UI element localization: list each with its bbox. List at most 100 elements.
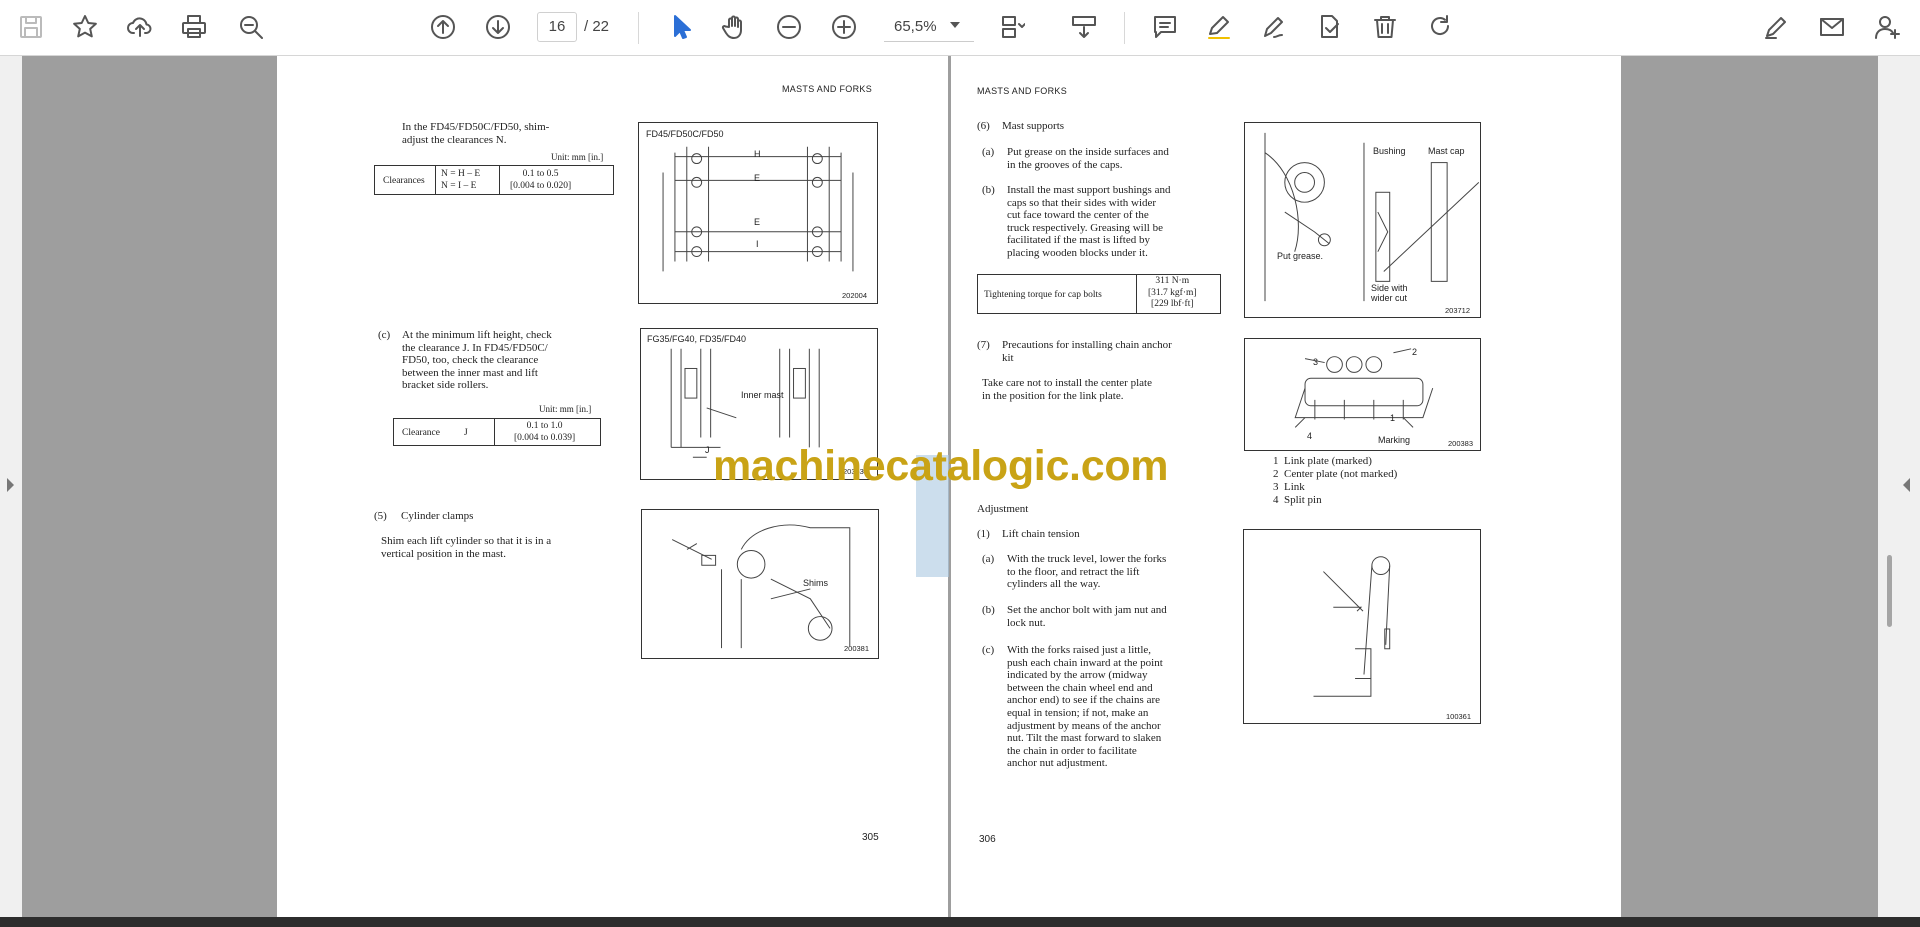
- arrow-up-circle-icon[interactable]: [426, 10, 460, 44]
- paragraph: In the FD45/FD50C/FD50, shim- adjust the…: [402, 121, 550, 146]
- item-label: (a): [982, 146, 995, 158]
- figure-lift-chain: 100361: [1243, 529, 1481, 724]
- toolbar-divider: [1124, 12, 1125, 44]
- add-user-icon[interactable]: [1870, 10, 1904, 44]
- chevron-down-icon[interactable]: [950, 22, 960, 28]
- plus-circle-icon[interactable]: [827, 10, 861, 44]
- page-number: 305: [862, 832, 879, 843]
- comment-icon[interactable]: [1148, 10, 1182, 44]
- clearance-table: Clearance J 0.1 to 1.0 [0.004 to 0.039]: [393, 418, 601, 446]
- page-number-input[interactable]: 16: [537, 12, 577, 42]
- torque-table: Tightening torque for cap bolts 311 N·m …: [977, 274, 1221, 314]
- legend-item: 3 Link: [1273, 481, 1305, 493]
- zoom-level[interactable]: 65,5%: [884, 12, 974, 42]
- redo-icon[interactable]: [1423, 10, 1457, 44]
- figure-label: Mast cap: [1428, 146, 1465, 156]
- table-cell: 0.1 to 1.0 [0.004 to 0.039]: [514, 421, 576, 443]
- clearance-table: Clearances N = H – E N = I – E 0.1 to 0.…: [374, 165, 614, 195]
- figure-label: I: [756, 239, 759, 249]
- figure-label: 4: [1307, 431, 1313, 441]
- page-number: 306: [979, 834, 996, 845]
- unit-label: Unit: mm [in.]: [551, 152, 604, 162]
- figure-label: Shims: [803, 578, 829, 588]
- section-label: (6): [977, 120, 990, 132]
- paragraph: At the minimum lift height, check the cl…: [402, 329, 552, 392]
- figure-chain-anchor: 2 3 4 1 Marking 200383: [1244, 338, 1481, 451]
- figure-number: 200383: [1448, 439, 1474, 448]
- save-icon[interactable]: [14, 10, 48, 44]
- figure-title: FD45/FD50C/FD50: [646, 129, 724, 139]
- page-total: / 22: [584, 18, 610, 35]
- figure-label: 3: [1313, 357, 1319, 367]
- figure-label: E: [754, 173, 761, 183]
- watermark: machinecatalogic.com: [713, 442, 1169, 490]
- paragraph: With the forks raised just a little, pus…: [1007, 644, 1163, 770]
- item-label: (b): [982, 604, 995, 616]
- item-label: (c): [378, 329, 391, 341]
- toolbar-divider: [638, 12, 639, 44]
- right-panel-strip: [1878, 56, 1920, 917]
- page-header: MASTS AND FORKS: [977, 86, 1068, 96]
- figure-label: Bushing: [1373, 146, 1406, 156]
- figure-label: 1: [1390, 413, 1396, 423]
- figure-label: J: [705, 445, 710, 455]
- page-header: MASTS AND FORKS: [782, 84, 873, 94]
- section-title: Adjustment: [977, 503, 1029, 515]
- item-label: (c): [982, 644, 995, 656]
- arrow-down-circle-icon[interactable]: [481, 10, 515, 44]
- vertical-scrollbar[interactable]: [1887, 555, 1892, 627]
- item-label: (b): [982, 184, 995, 196]
- paragraph: Install the mast support bushings and ca…: [1007, 184, 1171, 259]
- section-label: (5): [374, 510, 387, 522]
- paragraph: With the truck level, lower the forks to…: [1007, 553, 1167, 591]
- figure-label: Marking: [1378, 435, 1411, 445]
- trash-icon[interactable]: [1368, 10, 1402, 44]
- paragraph: Shim each lift cylinder so that it is in…: [381, 535, 552, 560]
- section-title: Cylinder clamps: [401, 510, 474, 522]
- minus-circle-icon[interactable]: [772, 10, 806, 44]
- figure-label: Inner mast: [741, 390, 784, 400]
- cursor-icon[interactable]: [663, 10, 697, 44]
- scroll-mode-icon[interactable]: [1067, 10, 1101, 44]
- draw-pen-icon[interactable]: [1257, 10, 1291, 44]
- hand-icon[interactable]: [717, 10, 751, 44]
- stamp-icon[interactable]: [1312, 10, 1346, 44]
- highlight-pen-icon[interactable]: [1202, 10, 1236, 44]
- figure-number: 100361: [1446, 712, 1472, 721]
- section-label: (1): [977, 528, 990, 540]
- figure-label: 2: [1412, 347, 1418, 357]
- figure-number: 203712: [1445, 306, 1471, 315]
- mail-icon[interactable]: [1815, 10, 1849, 44]
- paragraph: Take care not to install the center plat…: [982, 377, 1152, 402]
- zoom-search-icon[interactable]: [234, 10, 268, 44]
- legend-item: 2 Center plate (not marked): [1273, 468, 1398, 480]
- section-title: Precautions for installing chain anchor …: [1002, 339, 1172, 364]
- upload-icon[interactable]: [123, 10, 157, 44]
- figure-label: Side with wider cut: [1371, 283, 1408, 303]
- figure-number: 200381: [844, 644, 870, 653]
- fill-sign-icon[interactable]: [1759, 10, 1793, 44]
- table-cell: Clearance: [402, 428, 440, 438]
- star-icon[interactable]: [68, 10, 102, 44]
- legend-item: 4 Split pin: [1273, 494, 1322, 506]
- page-layout-icon[interactable]: [995, 10, 1029, 44]
- table-cell: 0.1 to 0.5 [0.004 to 0.020]: [510, 169, 572, 191]
- figure-label: E: [754, 217, 761, 227]
- left-panel-toggle-icon[interactable]: [7, 478, 14, 492]
- print-icon[interactable]: [177, 10, 211, 44]
- unit-label: Unit: mm [in.]: [539, 404, 592, 414]
- toolbar: 16 / 22 65,5%: [0, 0, 1920, 56]
- paragraph: Set the anchor bolt with jam nut and loc…: [1007, 604, 1167, 629]
- section-title: Lift chain tension: [1002, 528, 1080, 540]
- right-panel-toggle-icon[interactable]: [1903, 478, 1910, 492]
- figure-title: FG35/FG40, FD35/FD40: [647, 334, 747, 344]
- table-cell: J: [464, 428, 468, 438]
- table-cell: N = H – E N = I – E: [441, 169, 481, 191]
- figure-cylinder-clamps: Shims 200381: [641, 509, 879, 659]
- table-cell: 311 N·m [31.7 kgf·m] [229 lbf·ft]: [1148, 276, 1197, 309]
- figure-label: H: [754, 149, 761, 159]
- legend-item: 1 Link plate (marked): [1273, 455, 1372, 467]
- paragraph: Put grease on the inside surfaces and in…: [1007, 146, 1169, 171]
- figure-mast-supports: Bushing Mast cap Put grease. Side with w…: [1244, 122, 1481, 318]
- section-title: Mast supports: [1002, 120, 1065, 132]
